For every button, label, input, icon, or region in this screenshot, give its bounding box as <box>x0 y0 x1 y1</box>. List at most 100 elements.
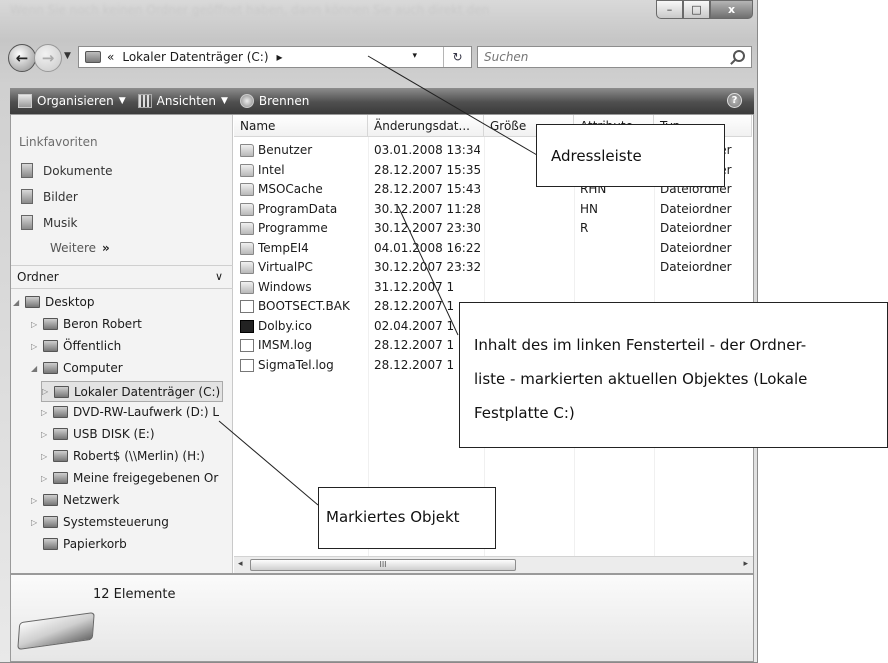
file-icon <box>240 300 254 313</box>
expander-icon[interactable]: ▷ <box>31 496 40 505</box>
organize-button[interactable]: Organisieren ▼ <box>18 94 126 108</box>
tree-node-control-panel[interactable]: ▷ Systemsteuerung <box>31 515 169 529</box>
file-name: BOOTSECT.BAK <box>258 299 350 313</box>
tree-node-user[interactable]: ▷ Beron Robert <box>31 317 142 331</box>
file-name: SigmaTel.log <box>258 357 334 372</box>
content-callout-line-2: liste - markierten aktuellen Objektes (L… <box>474 370 808 388</box>
dolby-icon <box>240 319 254 333</box>
folder-icon <box>240 261 254 274</box>
back-button[interactable]: ← <box>8 44 36 72</box>
content-callout: Inhalt des im linken Fensterteil - der O… <box>459 302 888 448</box>
shared-folder-icon <box>53 472 68 484</box>
file-icon <box>240 358 254 372</box>
close-button[interactable]: x <box>710 0 753 19</box>
expander-icon[interactable]: ▷ <box>31 320 40 329</box>
navigation-pane: Linkfavoriten Dokumente Bilder Musik Wei… <box>11 115 233 573</box>
expander-icon[interactable]: ▷ <box>41 474 50 483</box>
scroll-left-icon[interactable]: ◂ <box>238 559 243 569</box>
history-dropdown-icon[interactable]: ▼ <box>64 51 71 61</box>
folder-icon <box>240 183 254 196</box>
tree-node-recycle-bin[interactable]: Papierkorb <box>43 537 127 551</box>
views-button[interactable]: Ansichten ▼ <box>137 94 228 108</box>
tree-node-usb-disk[interactable]: ▷ USB DISK (E:) <box>41 427 155 441</box>
forward-button[interactable]: → <box>34 44 62 72</box>
tree-node-local-disk-c[interactable]: ▷ Lokaler Datenträger (C:) <box>41 381 224 402</box>
scroll-thumb[interactable]: III <box>250 559 516 571</box>
tree-node-computer[interactable]: ◢ Computer <box>31 361 123 375</box>
expander-icon[interactable]: ▷ <box>41 408 50 417</box>
tree-node-network[interactable]: ▷ Netzwerk <box>31 493 119 507</box>
expander-icon[interactable]: ▷ <box>31 342 40 351</box>
file-name: VirtualPC <box>258 260 313 274</box>
file-attributes: HN <box>580 201 598 216</box>
favorites-title: Linkfavoriten <box>19 135 98 149</box>
expander-icon[interactable]: ▷ <box>41 452 50 461</box>
content-callout-line-3: Festplatte C:) <box>474 404 575 422</box>
column-name[interactable]: Name <box>234 115 368 137</box>
tree-node-network-drive[interactable]: ▷ Robert$ (\\Merlin) (H:) <box>41 449 205 463</box>
file-row[interactable]: TempEI4 04.01.2008 16:22 Dateiordner <box>234 239 752 258</box>
favorite-music[interactable]: Musik <box>21 215 78 230</box>
refresh-icon[interactable]: ↻ <box>443 47 471 67</box>
music-icon <box>21 215 33 230</box>
maximize-button[interactable]: □ <box>683 0 710 19</box>
address-overflow[interactable]: « <box>107 50 114 64</box>
folder-icon <box>240 280 254 294</box>
expander-icon[interactable]: ◢ <box>31 364 40 373</box>
file-name: Intel <box>258 162 285 177</box>
views-label: Ansichten <box>156 94 216 108</box>
file-modified: 03.01.2008 13:34 <box>374 143 480 157</box>
favorite-pictures[interactable]: Bilder <box>21 189 78 204</box>
tree-node-desktop[interactable]: ◢ Desktop <box>13 295 95 309</box>
search-box[interactable] <box>477 46 752 68</box>
horizontal-scrollbar[interactable]: ◂ III ▸ <box>234 556 753 573</box>
organize-label: Organisieren <box>37 94 114 108</box>
file-modified: 31.12.2007 1 <box>374 279 455 294</box>
favorite-documents[interactable]: Dokumente <box>21 163 113 178</box>
minimize-button[interactable]: – <box>656 0 683 19</box>
forward-arrow-icon: → <box>41 49 55 67</box>
column-modified[interactable]: Änderungsdat... <box>368 115 484 137</box>
file-name: MSOCache <box>258 182 323 196</box>
address-location[interactable]: Lokaler Datenträger (C:) <box>122 50 268 64</box>
search-input[interactable] <box>484 50 724 64</box>
expander-icon[interactable]: ▷ <box>31 518 40 527</box>
tree-node-shared-folders[interactable]: ▷ Meine freigegebenen Or <box>41 471 218 485</box>
breadcrumb-arrow-icon[interactable]: ▸ <box>277 50 283 64</box>
double-chevron-icon: » <box>102 241 110 255</box>
expander-icon[interactable]: ▷ <box>42 387 51 396</box>
caption-buttons: – □ x <box>656 0 753 19</box>
search-icon[interactable] <box>733 50 745 62</box>
file-row[interactable]: ProgramData 30.12.2007 11:28 HN Dateiordner <box>234 200 752 219</box>
chevron-down-icon: ▼ <box>220 96 228 106</box>
help-icon[interactable]: ? <box>727 93 742 108</box>
folder-icon <box>240 202 254 216</box>
file-type: Dateiordner <box>660 221 732 235</box>
tree-node-dvd-drive[interactable]: ▷ DVD-RW-Laufwerk (D:) L <box>41 405 219 419</box>
more-favorites-link[interactable]: Weitere» <box>50 241 110 255</box>
expander-icon[interactable]: ▷ <box>41 430 50 439</box>
address-dropdown-icon[interactable]: ▾ <box>412 51 417 61</box>
user-folder-icon <box>43 318 58 330</box>
window-title: Wenn Sie noch keinen Ordner geöffnet hab… <box>10 3 490 17</box>
scroll-right-icon[interactable]: ▸ <box>743 559 748 569</box>
burn-button[interactable]: Brennen <box>239 94 309 108</box>
computer-icon <box>43 362 58 374</box>
network-drive-icon <box>53 450 68 462</box>
file-row[interactable]: Windows 31.12.2007 1 <box>234 278 752 297</box>
address-bar[interactable]: « Lokaler Datenträger (C:) ▸ ▾ ↻ <box>78 46 472 68</box>
usb-drive-icon <box>53 428 68 440</box>
file-row[interactable]: VirtualPC 30.12.2007 23:32 Dateiordner <box>234 258 752 277</box>
file-attributes: R <box>580 221 589 235</box>
drive-icon <box>85 51 101 63</box>
file-row[interactable]: Programme 30.12.2007 23:30 R Dateiordner <box>234 219 752 238</box>
folders-header[interactable]: Ordner ∨ <box>11 265 233 289</box>
control-panel-icon <box>43 516 58 528</box>
marked-object-callout: Markiertes Objekt <box>318 487 496 549</box>
file-name: IMSM.log <box>258 338 312 352</box>
pictures-icon <box>21 189 33 204</box>
file-type: Dateiordner <box>660 240 732 255</box>
expander-icon[interactable]: ◢ <box>13 298 22 307</box>
burn-icon <box>239 94 254 108</box>
tree-node-public[interactable]: ▷ Öffentlich <box>31 339 121 353</box>
